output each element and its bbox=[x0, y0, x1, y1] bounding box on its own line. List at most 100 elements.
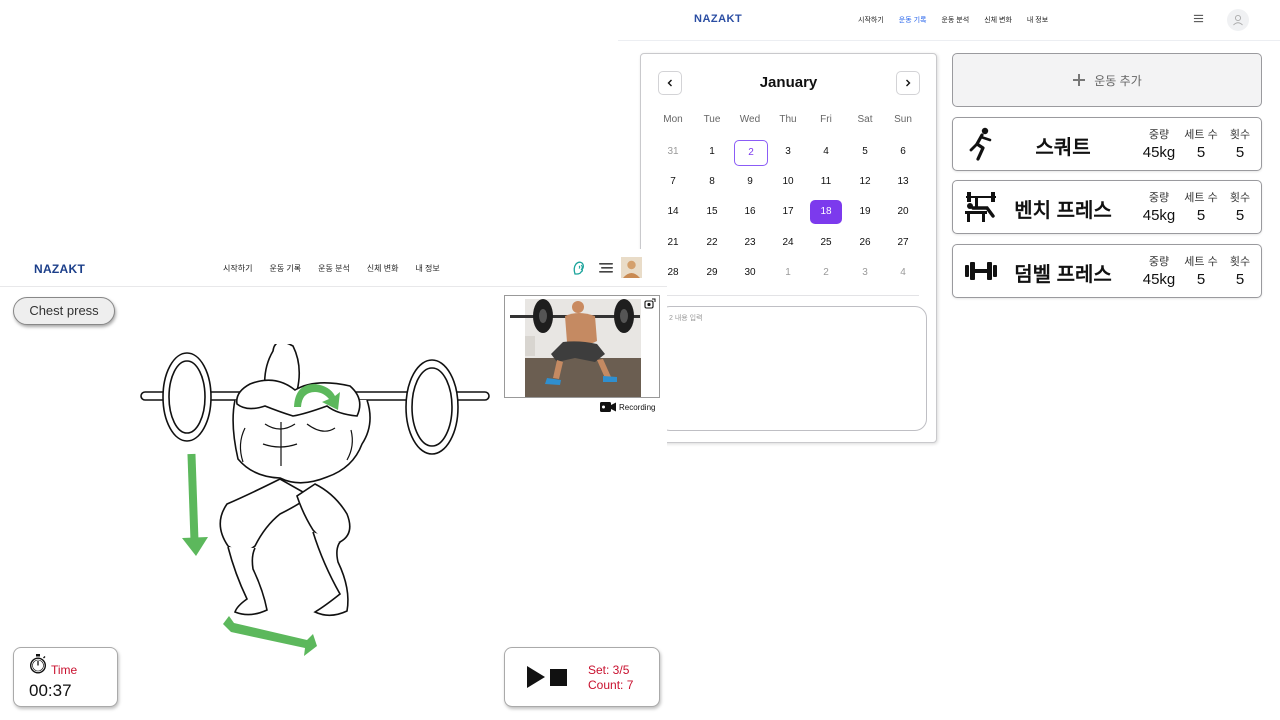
calendar-day[interactable]: 15 bbox=[696, 200, 728, 224]
calendar-day[interactable]: 23 bbox=[734, 231, 766, 255]
voice-assistant-icon[interactable] bbox=[570, 259, 588, 277]
video-camera-icon bbox=[600, 402, 616, 412]
next-month-button[interactable] bbox=[896, 71, 920, 95]
calendar-day[interactable]: 7 bbox=[657, 170, 689, 194]
nav-item-my-info[interactable]: 내 정보 bbox=[1027, 15, 1048, 25]
squat-guide-illustration bbox=[140, 344, 490, 656]
calendar-day[interactable]: 6 bbox=[887, 140, 919, 164]
reps-stat: 횟수 5 bbox=[1229, 129, 1251, 161]
stopwatch-icon bbox=[29, 654, 47, 674]
workout-control-card: Set: 3/5 Count: 7 bbox=[504, 647, 660, 707]
reps-stat: 횟수 5 bbox=[1229, 256, 1251, 288]
calendar-day[interactable]: 25 bbox=[810, 231, 842, 255]
calendar-day[interactable]: 22 bbox=[696, 231, 728, 255]
dumbbell-icon bbox=[965, 262, 997, 280]
sets-stat: 세트 수5 bbox=[1184, 129, 1218, 161]
weekday-label: Sat bbox=[857, 114, 873, 125]
calendar-day[interactable]: 1 bbox=[772, 261, 804, 285]
exercise-card-dumbbell-press[interactable]: 덤벨 프레스 중량 45kg 세트 수5 횟수 5 bbox=[952, 244, 1262, 298]
nav-item-body-change[interactable]: 신체 변화 bbox=[367, 263, 399, 274]
weekday-label: Wed bbox=[739, 114, 761, 125]
calendar-day[interactable]: 2 bbox=[734, 140, 768, 166]
exercise-select-button[interactable]: Chest press bbox=[13, 297, 115, 325]
calendar-day[interactable]: 26 bbox=[849, 231, 881, 255]
calendar-day[interactable]: 16 bbox=[734, 200, 766, 224]
calendar-day[interactable]: 20 bbox=[887, 200, 919, 224]
calendar-day[interactable]: 3 bbox=[849, 261, 881, 285]
list-menu-icon[interactable] bbox=[597, 259, 615, 277]
live-workout-page: NAZAKT 시작하기 운동 기록 운동 분석 신체 변화 내 정보 Chest… bbox=[0, 249, 667, 720]
exercise-card-bench-press[interactable]: 벤치 프레스 중량 45kg 세트 수5 횟수 5 bbox=[952, 180, 1262, 234]
add-workout-button[interactable]: 운동 추가 bbox=[952, 53, 1262, 107]
weekday-label: Tue bbox=[703, 114, 721, 125]
weekday-label: Sun bbox=[894, 114, 912, 125]
nav-item-workout-analysis[interactable]: 운동 분석 bbox=[941, 15, 969, 25]
time-value: 00:37 bbox=[29, 681, 72, 700]
memo-placeholder: 2 내용 입력 bbox=[669, 315, 703, 322]
memo-textarea[interactable]: 2 내용 입력 bbox=[658, 306, 927, 431]
add-workout-label: 운동 추가 bbox=[1094, 73, 1142, 88]
nav-item-body-change[interactable]: 신체 변화 bbox=[984, 15, 1012, 25]
calendar-day[interactable]: 11 bbox=[810, 170, 842, 194]
calendar-day[interactable]: 9 bbox=[734, 170, 766, 194]
exercise-card-squat[interactable]: 스쿼트 중량 45kg 세트 수5 횟수 5 bbox=[952, 117, 1262, 171]
main-nav: 시작하기 운동 기록 운동 분석 신체 변화 내 정보 bbox=[858, 15, 1048, 25]
calendar-day[interactable]: 14 bbox=[657, 200, 689, 224]
exercise-name: 스쿼트 bbox=[1035, 137, 1091, 159]
profile-avatar[interactable] bbox=[621, 257, 642, 278]
sets-stat: 세트 수5 bbox=[1184, 192, 1218, 224]
camera-switch-icon[interactable] bbox=[644, 298, 656, 310]
nav-item-start[interactable]: 시작하기 bbox=[858, 15, 884, 25]
recording-indicator: Recording bbox=[600, 401, 655, 413]
logo[interactable]: NAZAKT bbox=[34, 262, 85, 276]
calendar-day[interactable]: 4 bbox=[887, 261, 919, 285]
top-navbar: NAZAKT 시작하기 운동 기록 운동 분석 신체 변화 내 정보 bbox=[0, 249, 667, 287]
calendar-day[interactable]: 10 bbox=[772, 170, 804, 194]
weight-stat: 중량 45kg bbox=[1142, 129, 1176, 161]
nav-item-workout-log[interactable]: 운동 기록 bbox=[899, 15, 927, 25]
calendar-day[interactable]: 3 bbox=[772, 140, 804, 164]
calendar-day[interactable]: 1 bbox=[696, 140, 728, 164]
stop-icon[interactable] bbox=[550, 669, 567, 686]
calendar-day[interactable]: 17 bbox=[772, 200, 804, 224]
calendar-day[interactable]: 18 bbox=[810, 200, 842, 224]
play-icon[interactable] bbox=[526, 665, 546, 689]
chevron-right-icon bbox=[906, 79, 911, 87]
camera-feed-image bbox=[505, 296, 659, 397]
calendar-day[interactable]: 31 bbox=[657, 140, 689, 164]
user-icon bbox=[1233, 14, 1243, 26]
hamburger-menu-icon[interactable] bbox=[1193, 13, 1204, 24]
time-label: Time bbox=[51, 663, 78, 677]
nav-item-start[interactable]: 시작하기 bbox=[223, 263, 252, 274]
calendar-day[interactable]: 27 bbox=[887, 231, 919, 255]
calendar-day[interactable]: 5 bbox=[849, 140, 881, 164]
weekday-label: Mon bbox=[663, 114, 683, 125]
weight-stat: 중량 45kg bbox=[1142, 192, 1176, 224]
calendar-day[interactable]: 13 bbox=[887, 170, 919, 194]
calendar-day[interactable]: 19 bbox=[849, 200, 881, 224]
plus-icon bbox=[1073, 74, 1086, 86]
timer-card: Time 00:37 bbox=[13, 647, 118, 707]
logo[interactable]: NAZAKT bbox=[694, 13, 742, 25]
calendar-day[interactable]: 4 bbox=[810, 140, 842, 164]
weekday-label: Thu bbox=[779, 114, 797, 125]
weight-stat: 중량 45kg bbox=[1142, 256, 1176, 288]
camera-preview[interactable] bbox=[504, 295, 660, 398]
nav-item-my-info[interactable]: 내 정보 bbox=[415, 263, 439, 274]
set-progress: Set: 3/5 bbox=[588, 663, 630, 677]
user-avatar[interactable] bbox=[1227, 9, 1249, 31]
weekday-label: Fri bbox=[820, 114, 832, 125]
recording-label: Recording bbox=[619, 402, 656, 412]
nav-item-workout-log[interactable]: 운동 기록 bbox=[269, 263, 301, 274]
calendar-day[interactable]: 12 bbox=[849, 170, 881, 194]
calendar-day[interactable]: 8 bbox=[696, 170, 728, 194]
calendar-day[interactable]: 30 bbox=[734, 261, 766, 285]
calendar-day[interactable]: 29 bbox=[696, 261, 728, 285]
workout-log-page: NAZAKT 시작하기 운동 기록 운동 분석 신체 변화 내 정보 Janua… bbox=[618, 0, 1280, 720]
nav-item-workout-analysis[interactable]: 운동 분석 bbox=[318, 263, 350, 274]
calendar-day[interactable]: 24 bbox=[772, 231, 804, 255]
calendar-month-title: January bbox=[759, 74, 818, 91]
calendar-day[interactable]: 2 bbox=[810, 261, 842, 285]
squat-icon bbox=[969, 127, 992, 161]
calendar-card: January Mon Tue Wed Thu Fri Sat Sun 31 1 2 3 4 5 6 7 8 9… bbox=[640, 53, 937, 443]
